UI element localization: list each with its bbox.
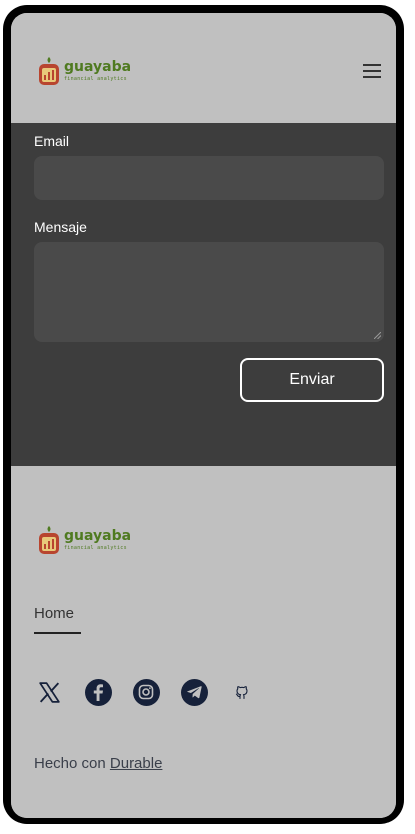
site-header: guayaba financial analytics xyxy=(11,13,396,123)
phone-frame: guayaba financial analytics Email Mensaj… xyxy=(3,5,404,824)
active-nav-underline xyxy=(34,632,81,634)
durable-link[interactable]: Durable xyxy=(110,755,163,772)
message-textarea[interactable] xyxy=(34,242,384,342)
instagram-icon[interactable] xyxy=(132,678,160,706)
footer-nav-home[interactable]: Home xyxy=(34,605,74,622)
screen: guayaba financial analytics Email Mensaj… xyxy=(11,13,396,818)
logo-tagline: financial analytics xyxy=(64,76,127,82)
footer-logo[interactable]: guayaba financial analytics xyxy=(38,525,131,555)
credit-prefix: Hecho con xyxy=(34,755,110,772)
email-field[interactable] xyxy=(34,156,384,200)
site-footer: guayaba financial analytics Home Hecho c… xyxy=(11,466,396,818)
contact-form: Email Mensaje Enviar xyxy=(11,123,396,466)
header-logo[interactable]: guayaba financial analytics xyxy=(38,56,131,86)
email-label: Email xyxy=(34,133,70,149)
facebook-icon[interactable] xyxy=(84,678,112,706)
footer-credit: Hecho con Durable xyxy=(34,755,162,772)
message-label: Mensaje xyxy=(34,219,87,235)
hamburger-menu-icon[interactable] xyxy=(363,64,381,78)
logo-mark-icon xyxy=(38,525,60,555)
telegram-icon[interactable] xyxy=(180,678,208,706)
send-button[interactable]: Enviar xyxy=(240,358,384,402)
github-icon[interactable] xyxy=(228,678,256,706)
logo-name: guayaba xyxy=(64,528,132,544)
logo-mark-icon xyxy=(38,56,60,86)
resize-handle-icon[interactable] xyxy=(374,332,381,339)
logo-name: guayaba xyxy=(64,59,132,75)
logo-tagline: financial analytics xyxy=(64,545,127,551)
x-icon[interactable] xyxy=(35,678,63,706)
